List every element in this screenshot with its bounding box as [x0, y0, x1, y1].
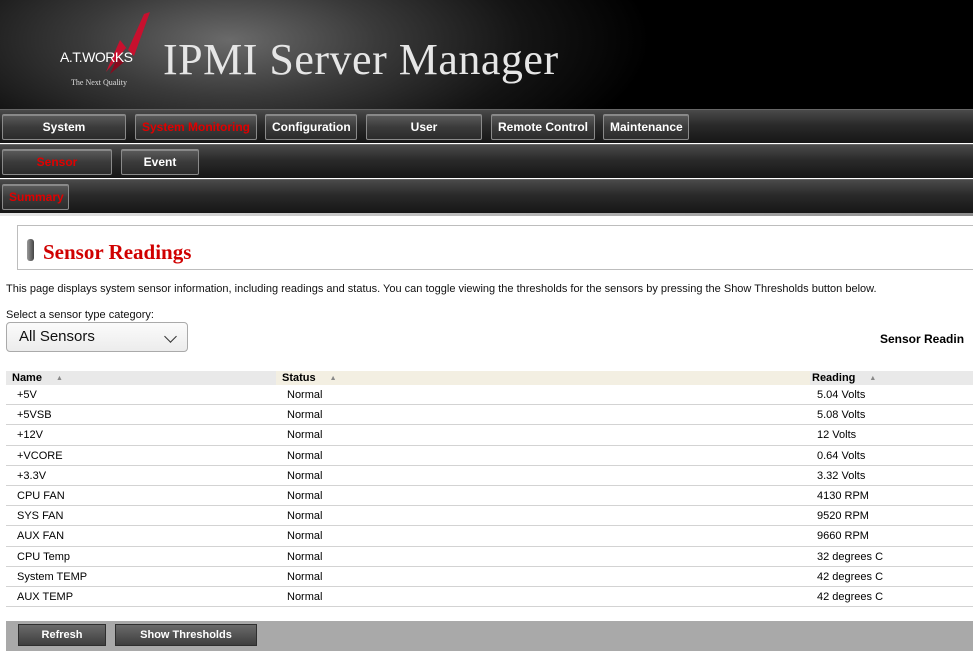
cell-reading: 42 degrees C [817, 590, 884, 603]
cell-name: AUX FAN [17, 530, 65, 543]
cell-name: AUX TEMP [17, 590, 74, 603]
table-row: CPU Temp Normal 32 degrees C [6, 547, 973, 567]
divider [0, 213, 973, 216]
cell-status: Normal [287, 489, 323, 502]
column-header-name[interactable]: Name ▲ [12, 372, 63, 384]
table-row: +VCORE Normal 0.64 Volts [6, 446, 973, 466]
table-header: Name ▲ Status ▲ Reading ▲ [6, 371, 973, 385]
cell-reading: 32 degrees C [817, 550, 884, 563]
column-name-label: Name [12, 372, 42, 384]
secondary-nav: Sensor Readings Event Logs [0, 144, 973, 193]
cell-status: Normal [287, 469, 323, 482]
nav-remote-control[interactable]: Remote Control [491, 114, 595, 140]
logo-tagline: The Next Quality [71, 78, 127, 87]
sort-icon: ▲ [329, 375, 337, 382]
cell-name: SYS FAN [17, 510, 64, 523]
cell-reading: 3.32 Volts [817, 469, 866, 482]
select-label: Select a sensor type category: [6, 309, 154, 321]
tertiary-nav: Summary [0, 179, 973, 213]
cell-name: +VCORE [17, 449, 63, 462]
cell-status: Normal [287, 570, 323, 583]
cell-status: Normal [287, 409, 323, 422]
sensor-table: Name ▲ Status ▲ Reading ▲ +5V Normal 5.04 Vol… [6, 371, 973, 608]
cell-name: CPU Temp [17, 550, 70, 563]
cell-reading: 9520 RPM [817, 510, 869, 523]
cell-name: +5V [17, 389, 37, 401]
cell-reading: 4130 RPM [817, 489, 869, 502]
table-row: CPU FAN Normal 4130 RPM [6, 486, 973, 507]
cell-reading: 9660 RPM [817, 530, 869, 543]
nav-system-monitoring[interactable]: System Monitoring [135, 114, 257, 140]
status-header-bg [276, 371, 810, 385]
cell-status: Normal [287, 389, 323, 401]
cell-reading: 5.04 Volts [817, 389, 866, 401]
cell-name: CPU FAN [17, 489, 65, 502]
header-banner: A.T.WORKS The Next Quality IPMI Server M… [0, 0, 973, 109]
column-reading-label: Reading [812, 372, 856, 384]
chevron-down-icon [164, 330, 177, 343]
table-row: +5V Normal 5.04 Volts [6, 385, 973, 406]
cell-reading: 42 degrees C [817, 570, 884, 583]
cell-name: +3.3V [17, 469, 47, 482]
sensor-type-select-value: All Sensors [19, 328, 95, 345]
nav-system-information[interactable]: System Information [2, 114, 126, 158]
cell-reading: 0.64 Volts [817, 449, 866, 462]
nav-configuration[interactable]: Configuration [265, 114, 357, 140]
subnav-event-logs[interactable]: Event Logs [121, 149, 199, 193]
table-row: +3.3V Normal 3.32 Volts [6, 466, 973, 486]
sort-icon: ▲ [869, 375, 877, 382]
footer-button-bar: Refresh Show Thresholds [6, 621, 973, 651]
page-description: This page displays system sensor informa… [6, 283, 877, 295]
show-thresholds-button[interactable]: Show Thresholds [115, 624, 257, 646]
table-row: SYS FAN Normal 9520 RPM [6, 506, 973, 527]
cell-status: Normal [287, 550, 323, 563]
title-marker-icon [27, 239, 34, 261]
cell-status: Normal [287, 530, 323, 543]
cell-reading: 12 Volts [817, 429, 857, 442]
sensor-type-select[interactable]: All Sensors [6, 322, 188, 352]
app-title: IPMI Server Manager [163, 35, 559, 84]
cell-status: Normal [287, 590, 323, 603]
table-row: +5VSB Normal 5.08 Volts [6, 405, 973, 426]
cell-name: +5VSB [17, 409, 52, 422]
table-row: System TEMP Normal 42 degrees C [6, 567, 973, 587]
cell-status: Normal [287, 510, 323, 523]
cell-reading: 5.08 Volts [817, 409, 866, 422]
column-status-label: Status [282, 372, 316, 384]
table-body: +5V Normal 5.04 Volts +5VSB Normal 5.08 Volts… [6, 385, 973, 608]
nav-maintenance[interactable]: Maintenance [603, 114, 689, 140]
table-row: +12V Normal 12 Volts [6, 425, 973, 446]
column-header-status[interactable]: Status ▲ [282, 372, 337, 384]
sensor-readings-heading: Sensor Readin [880, 332, 965, 346]
subnav-sensor-readings[interactable]: Sensor Readings [2, 149, 112, 193]
table-row: AUX TEMP Normal 42 degrees C [6, 587, 973, 608]
table-row: AUX FAN Normal 9660 RPM [6, 526, 973, 547]
nav-user-management[interactable]: User Management [366, 114, 482, 158]
primary-nav: System Information System Monitoring Con… [0, 109, 973, 158]
page-title: Sensor Readings [43, 240, 192, 264]
sort-icon: ▲ [55, 375, 63, 382]
refresh-button[interactable]: Refresh [18, 624, 106, 646]
cell-status: Normal [287, 429, 323, 442]
page-header-panel: Sensor Readings [17, 225, 973, 270]
cell-name: System TEMP [17, 570, 88, 583]
subnav-summary[interactable]: Summary [2, 184, 69, 210]
cell-status: Normal [287, 449, 323, 462]
logo-text: A.T.WORKS [60, 49, 133, 65]
column-header-reading[interactable]: Reading ▲ [812, 372, 876, 384]
cell-name: +12V [17, 429, 43, 442]
